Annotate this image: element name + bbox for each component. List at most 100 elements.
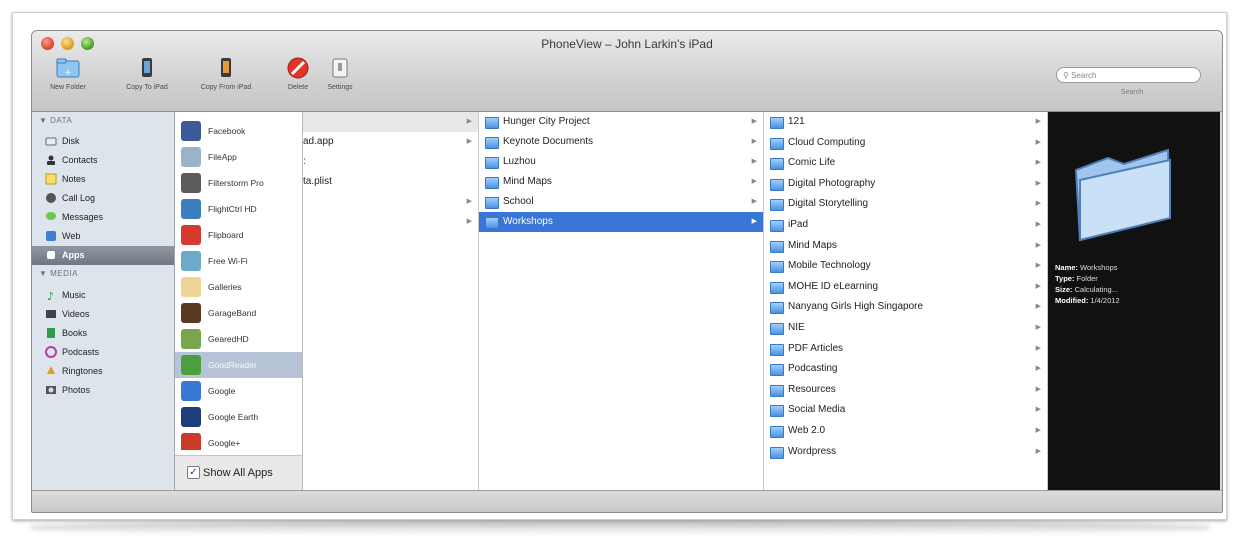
folder-row[interactable]: Mobile Technology ▶ [764,256,1047,276]
status-bar [32,490,1222,512]
sidebar-item-contacts[interactable]: Contacts [32,151,174,170]
sidebar-section-media[interactable]: ▼ MEDIA [39,269,78,278]
disclosure-arrow-icon: ▶ [1035,221,1041,228]
browser-column-3: 121 ▶ Cloud Computing ▶ Comic Life ▶ Digita… [764,112,1048,490]
disclosure-arrow-icon: ▶ [1035,138,1041,146]
sidebar-item-podcasts[interactable]: Podcasts [32,343,174,362]
folder-row[interactable]: Web 2.0 ▶ [764,421,1047,441]
app-item-flipboard[interactable]: Flipboard [175,222,302,248]
list-item[interactable]: : [303,152,478,172]
sidebar-item-disk[interactable]: Disk [32,132,174,151]
sidebar-item-photos[interactable]: Photos [32,381,174,400]
list-item[interactable]: ▶ [303,112,478,132]
podcasts-icon [45,346,57,358]
folder-row[interactable]: 121 ▶ [764,112,1047,132]
folder-icon [770,117,784,129]
checkmark-icon: ✓ [187,466,200,479]
folder-row[interactable]: Digital Storytelling ▶ [764,194,1047,214]
app-item-goodreader[interactable]: GoodReader [175,352,302,378]
photo-shadow [30,520,1210,536]
folder-icon [770,426,784,438]
folder-row[interactable]: Podcasting ▶ [764,359,1047,379]
folder-row-hunger-city-project[interactable]: Hunger City Project ▶ [479,112,763,132]
folder-icon [770,302,784,315]
flipboard-icon [181,225,201,245]
browser-column-2: Hunger City Project ▶ Keynote Documents … [479,112,764,490]
folder-row[interactable]: MOHE ID eLearning ▶ [764,277,1047,297]
folder-row-luzhou[interactable]: Luzhou ▶ [479,152,763,172]
filterstorm-pro-icon [181,173,201,193]
app-item-galleries[interactable]: Galleries [175,274,302,300]
folder-row-keynote-documents[interactable]: Keynote Documents ▶ [479,132,763,152]
copy-to-ipad-button[interactable]: Copy To iPad [116,55,178,91]
disclosure-arrow-icon: ▶ [1035,241,1041,249]
search-input[interactable]: ⚲ Search [1056,67,1201,83]
folder-row[interactable]: Social Media ▶ [764,400,1047,420]
app-item-free-wi-fi[interactable]: Free Wi-Fi [175,248,302,274]
ringtones-icon [47,366,55,374]
app-item-google[interactable]: Google [175,378,302,404]
app-item-fileapp[interactable]: FileApp [175,144,302,170]
google-icon [181,381,201,401]
new-folder-button[interactable]: + New Folder [38,55,98,91]
disclosure-arrow-icon: ▶ [1035,324,1041,331]
music-icon: ♪ [47,290,54,301]
sidebar-item-videos[interactable]: Videos [32,305,174,324]
app-item-google-earth[interactable]: Google Earth [175,404,302,430]
folder-row[interactable]: NIE ▶ [764,318,1047,338]
sidebar-item-messages[interactable]: Messages [32,208,174,227]
folder-icon [485,217,499,229]
list-item[interactable]: ad.app ▶ [303,132,478,152]
svg-text:+: + [64,68,72,78]
list-item[interactable]: ▶ [303,212,478,232]
delete-icon [287,57,309,79]
folder-row[interactable]: Nanyang Girls High Singapore ▶ [764,297,1047,317]
sidebar-item-music[interactable]: ♪ Music [32,286,174,305]
sidebar-item-web[interactable]: Web [32,227,174,246]
google-earth-icon [181,407,201,427]
disclosure-arrow-icon: ▶ [751,178,757,185]
sidebar-section-data[interactable]: ▼ DATA [39,116,72,125]
disclosure-arrow-icon: ▶ [751,118,757,125]
copy-from-ipad-button[interactable]: Copy From iPad [190,55,262,91]
folder-row[interactable]: Comic Life ▶ [764,153,1047,173]
preview-pane: Name: Workshops Type: Folder Size: Calcu… [1048,112,1220,490]
folder-icon [485,177,499,189]
sidebar-item-notes[interactable]: Notes [32,170,174,189]
titlebar: PhoneView – John Larkin's iPad + New Fol… [32,31,1222,112]
folder-row-school[interactable]: School ▶ [479,192,763,212]
app-item-google-plus[interactable]: Google+ [175,430,302,450]
sidebar-item-books[interactable]: Books [32,324,174,343]
call-log-icon [46,193,56,203]
disclosure-arrow-icon: ▶ [1035,282,1041,290]
disclosure-arrow-icon: ▶ [1035,262,1041,270]
folder-row[interactable]: Mind Maps ▶ [764,236,1047,256]
app-item-facebook[interactable]: Facebook [175,118,302,144]
search-icon: ⚲ [1063,71,1069,80]
app-item-gearedhd[interactable]: GearedHD [175,326,302,352]
list-item[interactable]: ▶ [303,192,478,212]
sidebar-item-ringtones[interactable]: Ringtones [32,362,174,381]
item-info: Name: Workshops Type: Folder Size: Calcu… [1055,263,1120,305]
delete-button[interactable]: Delete [280,55,316,91]
folder-row[interactable]: PDF Articles ▶ [764,339,1047,359]
disclosure-arrow-icon: ▶ [751,158,757,165]
folder-row[interactable]: Resources ▶ [764,380,1047,400]
facebook-icon [181,121,201,141]
list-item[interactable]: ta.plist [303,172,478,192]
settings-button[interactable]: Settings [322,55,358,91]
sidebar-item-apps[interactable]: Apps [32,246,174,265]
folder-row[interactable]: Cloud Computing ▶ [764,133,1047,153]
folder-row[interactable]: iPad ▶ [764,215,1047,235]
show-all-apps-checkbox[interactable]: ✓ Show All Apps [175,455,302,491]
sidebar-item-call-log[interactable]: Call Log [32,189,174,208]
phoneview-window: PhoneView – John Larkin's iPad + New Fol… [31,30,1223,513]
folder-row-workshops[interactable]: Workshops ▶ [479,212,763,232]
folder-row[interactable]: Wordpress ▶ [764,442,1047,462]
app-item-garageband[interactable]: GarageBand [175,300,302,326]
folder-row[interactable]: Digital Photography ▶ [764,174,1047,194]
app-item-flightctrl-hd[interactable]: FlightCtrl HD [175,196,302,222]
folder-icon [485,117,499,129]
app-item-filterstorm-pro[interactable]: Filterstorm Pro [175,170,302,196]
folder-row-mind-maps[interactable]: Mind Maps ▶ [479,172,763,192]
